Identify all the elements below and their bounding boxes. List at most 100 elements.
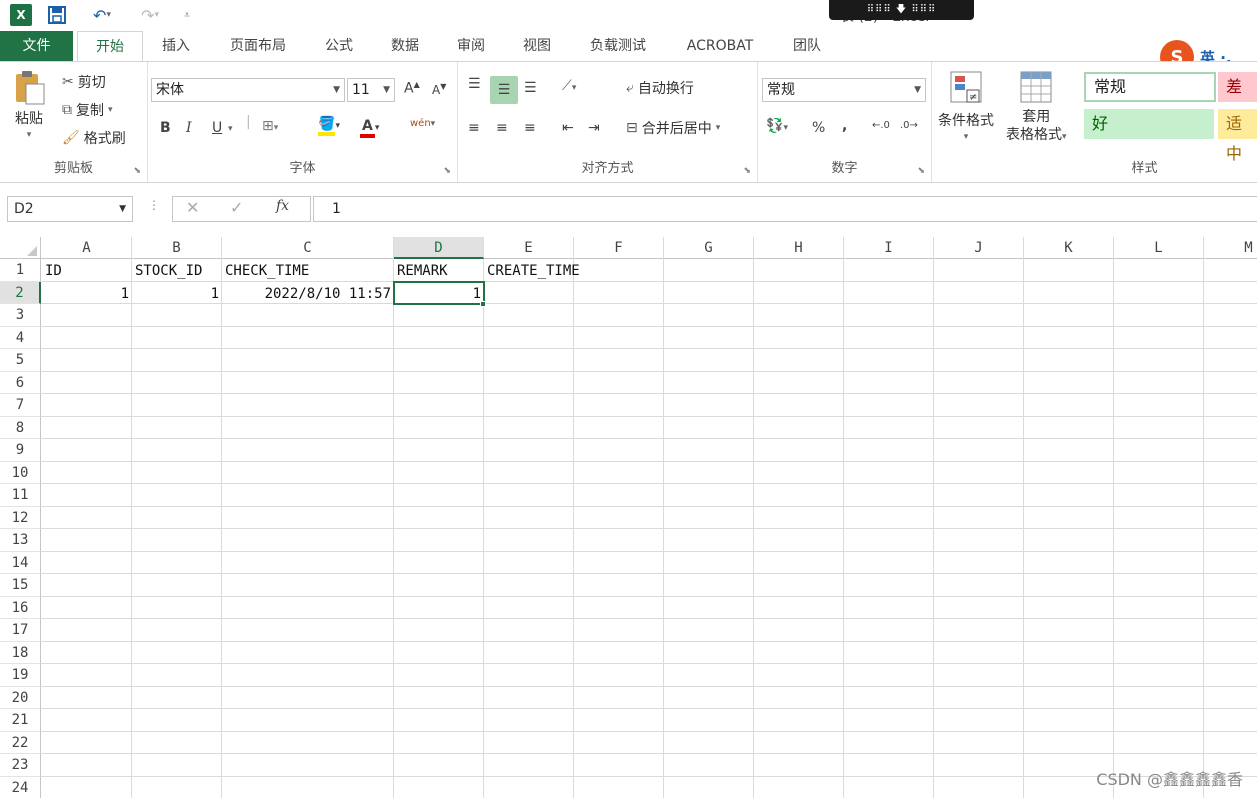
undo-icon[interactable]: ↶ ▾: [84, 4, 120, 26]
borders-icon[interactable]: ⊞▾: [262, 118, 278, 134]
dialog-launcher-icon[interactable]: ⬊: [743, 166, 751, 176]
italic-button[interactable]: I: [186, 120, 192, 136]
row-header-4[interactable]: 4: [0, 326, 41, 349]
row-header-16[interactable]: 16: [0, 596, 41, 619]
shrink-font-button[interactable]: A▼: [432, 82, 446, 97]
column-header-g[interactable]: G: [664, 237, 754, 259]
bold-button[interactable]: B: [160, 120, 171, 136]
tab-load-test[interactable]: 负载测试: [578, 31, 658, 61]
row-header-21[interactable]: 21: [0, 709, 41, 732]
font-size-select[interactable]: 11 ▼: [347, 78, 395, 102]
wrap-text-button[interactable]: ⤶ 自动换行: [626, 78, 694, 98]
dialog-launcher-icon[interactable]: ⬊: [917, 166, 925, 176]
align-left-icon[interactable]: ≡: [468, 120, 480, 136]
row-header-23[interactable]: 23: [0, 754, 41, 777]
row-header-10[interactable]: 10: [0, 461, 41, 484]
tab-insert[interactable]: 插入: [150, 31, 202, 61]
row-header-22[interactable]: 22: [0, 731, 41, 754]
save-icon[interactable]: [46, 4, 68, 26]
row-header-19[interactable]: 19: [0, 664, 41, 687]
screen-share-overlay[interactable]: ⠿⠿⠿ 🡇 ⠿⠿⠿: [829, 0, 974, 20]
orientation-icon[interactable]: ⟋▾: [562, 78, 576, 94]
redo-icon[interactable]: ↷ ▾: [132, 4, 168, 26]
conditional-formatting-button[interactable]: ≠ 条件格式 ▾: [938, 70, 994, 142]
row-header-9[interactable]: 9: [0, 439, 41, 462]
cancel-icon[interactable]: ✕: [186, 198, 199, 217]
cell-c1[interactable]: CHECK_TIME: [222, 260, 394, 282]
currency-icon[interactable]: 💱▾: [766, 118, 788, 134]
row-header-14[interactable]: 14: [0, 551, 41, 574]
row-header-7[interactable]: 7: [0, 394, 41, 417]
active-cell-selection[interactable]: [393, 281, 485, 305]
copy-button[interactable]: ⧉ 复制 ▾: [62, 100, 113, 120]
dialog-launcher-icon[interactable]: ⬊: [443, 166, 451, 176]
phonetic-guide-icon[interactable]: wén▾: [410, 118, 435, 129]
column-header-i[interactable]: I: [844, 237, 934, 259]
row-header-3[interactable]: 3: [0, 304, 41, 327]
chevron-down-icon[interactable]: ▾: [228, 124, 233, 134]
tab-acrobat[interactable]: ACROBAT: [674, 31, 766, 61]
decrease-decimal-icon[interactable]: .0→: [900, 120, 918, 131]
decrease-indent-icon[interactable]: ⇤: [562, 120, 574, 136]
cut-button[interactable]: ✂ 剪切: [62, 72, 106, 92]
align-bottom-icon[interactable]: ☰: [524, 80, 537, 96]
column-header-m[interactable]: M: [1204, 237, 1257, 259]
style-bad[interactable]: 差: [1218, 72, 1257, 102]
increase-indent-icon[interactable]: ⇥: [588, 120, 600, 136]
row-header-11[interactable]: 11: [0, 484, 41, 507]
row-header-2[interactable]: 2: [0, 281, 41, 304]
column-header-h[interactable]: H: [754, 237, 844, 259]
row-header-12[interactable]: 12: [0, 506, 41, 529]
merge-center-button[interactable]: ⊟ 合并后居中 ▾: [626, 118, 720, 138]
tab-data[interactable]: 数据: [380, 31, 430, 61]
column-header-e[interactable]: E: [484, 237, 574, 259]
cell-b2[interactable]: 1: [132, 283, 222, 305]
percent-button[interactable]: %: [812, 120, 825, 136]
style-good[interactable]: 好: [1084, 109, 1214, 139]
cell-e1[interactable]: CREATE_TIME: [484, 260, 604, 282]
underline-button[interactable]: U: [212, 120, 222, 136]
column-header-d[interactable]: D: [394, 237, 484, 259]
cell-c2[interactable]: 2022/8/10 11:57: [222, 283, 394, 305]
column-header-c[interactable]: C: [222, 237, 394, 259]
align-right-icon[interactable]: ≡: [524, 120, 536, 136]
dialog-launcher-icon[interactable]: ⬊: [133, 166, 141, 176]
row-header-8[interactable]: 8: [0, 416, 41, 439]
row-header-17[interactable]: 17: [0, 619, 41, 642]
cell-b1[interactable]: STOCK_ID: [132, 260, 222, 282]
tab-view[interactable]: 视图: [512, 31, 562, 61]
tab-home[interactable]: 开始: [77, 31, 143, 62]
column-header-f[interactable]: F: [574, 237, 664, 259]
paste-button[interactable]: 粘贴 ▾: [12, 70, 46, 140]
column-header-l[interactable]: L: [1114, 237, 1204, 259]
tab-page-layout[interactable]: 页面布局: [218, 31, 298, 61]
tab-formulas[interactable]: 公式: [314, 31, 364, 61]
fill-handle[interactable]: [480, 301, 486, 307]
increase-decimal-icon[interactable]: ←.0: [872, 120, 890, 131]
row-header-1[interactable]: 1: [0, 259, 41, 282]
formula-input[interactable]: 1: [313, 196, 1257, 222]
row-header-5[interactable]: 5: [0, 349, 41, 372]
worksheet-grid[interactable]: A B C D E F G H I J K L M 1 2 3 4 5 6 7 8 9 10 11 1…: [0, 237, 1257, 798]
cell-a1[interactable]: ID: [42, 260, 132, 282]
align-middle-icon[interactable]: ☰: [490, 76, 518, 104]
formula-bar-grip-icon[interactable]: ⋮: [148, 198, 160, 212]
style-neutral[interactable]: 适中: [1218, 109, 1257, 163]
style-normal[interactable]: 常规: [1084, 72, 1216, 102]
align-top-icon[interactable]: ☰: [468, 76, 481, 92]
cell-a2[interactable]: 1: [42, 283, 132, 305]
fill-color-icon[interactable]: 🪣▾: [318, 116, 340, 136]
select-all-button[interactable]: [0, 237, 41, 259]
column-header-a[interactable]: A: [42, 237, 132, 259]
tab-team[interactable]: 团队: [782, 31, 832, 61]
comma-button[interactable]: ,: [842, 118, 847, 134]
font-color-icon[interactable]: A ▾: [360, 118, 379, 138]
customize-toolbar-icon[interactable]: ⩡: [180, 4, 194, 26]
format-as-table-button[interactable]: 套用 表格格式▾: [1006, 70, 1067, 146]
row-header-15[interactable]: 15: [0, 574, 41, 597]
tab-review[interactable]: 审阅: [446, 31, 496, 61]
font-name-select[interactable]: 宋体 ▼: [151, 78, 345, 102]
tab-file[interactable]: 文件: [0, 31, 73, 61]
grow-font-button[interactable]: A▲: [404, 80, 420, 97]
row-header-20[interactable]: 20: [0, 686, 41, 709]
